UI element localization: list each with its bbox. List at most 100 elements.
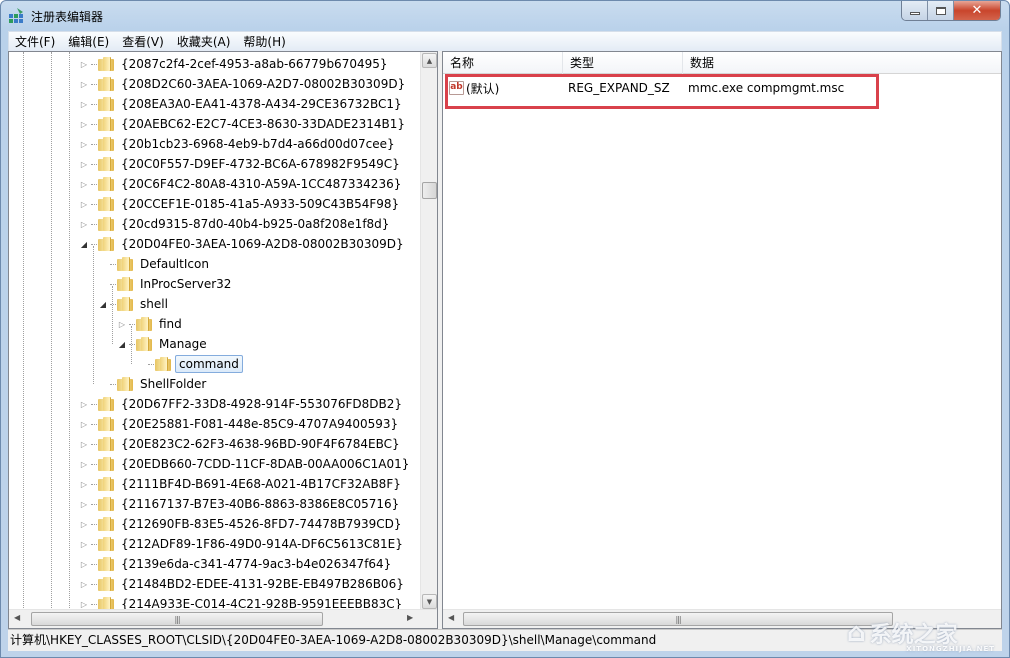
collapse-arrow-icon[interactable]: ◢	[79, 239, 89, 249]
tree-node-label[interactable]: {21484BD2-EDEE-4131-92BE-EB497B286B06}	[118, 576, 407, 592]
tree-node-label[interactable]: {20CCEF1E-0185-41a5-A933-509C43B54F98}	[118, 196, 402, 212]
menu-edit[interactable]: 编辑(E)	[68, 33, 109, 50]
expand-arrow-icon[interactable]: ▷	[79, 419, 89, 429]
tree-node[interactable]: InProcServer32	[98, 274, 234, 294]
tree-node[interactable]: ▷ {21484BD2-EDEE-4131-92BE-EB497B286B06}	[79, 574, 407, 594]
minimize-button[interactable]	[902, 1, 928, 20]
tree-horizontal-scrollbar[interactable]: ◀ ||| ▶	[9, 609, 437, 628]
collapse-arrow-icon[interactable]: ◢	[98, 299, 108, 309]
tree-node[interactable]: ▷ {2111BF4D-B691-4E68-A021-4B17CF32AB8F}	[79, 474, 404, 494]
menu-favorites[interactable]: 收藏夹(A)	[177, 33, 231, 50]
column-name[interactable]: 名称	[443, 52, 563, 74]
expand-arrow-icon[interactable]: ▷	[79, 559, 89, 569]
expand-arrow-icon[interactable]: ▷	[117, 319, 127, 329]
tree-node[interactable]: ▷ {212690FB-83E5-4526-8FD7-74478B7939CD}	[79, 514, 405, 534]
tree-node-label[interactable]: InProcServer32	[137, 276, 234, 292]
expand-arrow-icon[interactable]: ▷	[79, 439, 89, 449]
tree-node-label[interactable]: {20D04FE0-3AEA-1069-A2D8-08002B30309D}	[118, 236, 407, 252]
tree-node[interactable]: DefaultIcon	[98, 254, 212, 274]
tree-node[interactable]: ▷ {208D2C60-3AEA-1069-A2D7-08002B30309D}	[79, 74, 408, 94]
tree-node[interactable]: ▷ {21167137-B7E3-40B6-8863-8386E8C05716}	[79, 494, 402, 514]
tree-node[interactable]: ▷ {20E823C2-62F3-4638-96BD-90F4F6784EBC}	[79, 434, 403, 454]
tree-node-label[interactable]: {20C6F4C2-80A8-4310-A59A-1CC487334236}	[118, 176, 404, 192]
tree-node[interactable]: ▷ {20EDB660-7CDD-11CF-8DAB-00AA006C1A01}	[79, 454, 412, 474]
expand-arrow-icon[interactable]: ▷	[79, 399, 89, 409]
tree-node[interactable]: ▷ {208EA3A0-EA41-4378-A434-29CE36732BC1}	[79, 94, 405, 114]
tree-node[interactable]: ▷ {20C0F557-D9EF-4732-BC6A-678982F9549C}	[79, 154, 403, 174]
tree-node[interactable]: ▷ {20E25881-F081-448e-85C9-4707A9400593}	[79, 414, 401, 434]
close-button[interactable]: ✕	[954, 1, 1000, 20]
expand-arrow-icon[interactable]: ▷	[79, 79, 89, 89]
expand-arrow-icon[interactable]: ▷	[79, 159, 89, 169]
tree-node-label[interactable]: {20cd9315-87d0-40b4-b925-0a8f208e1f8d}	[118, 216, 392, 232]
scroll-thumb-horizontal[interactable]: |||	[31, 612, 323, 626]
tree-node-label[interactable]: ShellFolder	[137, 376, 209, 392]
tree-node-label[interactable]: {20EDB660-7CDD-11CF-8DAB-00AA006C1A01}	[118, 456, 412, 472]
tree-node-label[interactable]: {2087c2f4-2cef-4953-a8ab-66779b670495}	[118, 56, 391, 72]
expand-arrow-icon[interactable]: ▷	[79, 539, 89, 549]
values-scroll-left-button[interactable]: ◀	[448, 613, 454, 622]
tree-node[interactable]: ▷ {2139e6da-c341-4774-9ac3-b4e026347f64}	[79, 554, 394, 574]
expand-arrow-icon[interactable]: ▷	[79, 479, 89, 489]
expand-arrow-icon[interactable]: ▷	[79, 59, 89, 69]
tree-node[interactable]: ▷ find	[117, 314, 185, 334]
tree-node[interactable]: ▷ {20CCEF1E-0185-41a5-A933-509C43B54F98}	[79, 194, 402, 214]
column-data[interactable]: 数据	[683, 52, 1001, 74]
tree-node[interactable]: ▷ {214A933E-C014-4C21-928B-9591EEEBB83C}	[79, 594, 405, 610]
scroll-down-button[interactable]: ▼	[422, 594, 437, 609]
tree-node-label[interactable]: {2111BF4D-B691-4E68-A021-4B17CF32AB8F}	[118, 476, 404, 492]
tree-node-label[interactable]: {208D2C60-3AEA-1069-A2D7-08002B30309D}	[118, 76, 408, 92]
tree-node[interactable]: ◢ shell	[98, 294, 171, 314]
tree-node-label[interactable]: {20AEBC62-E2C7-4CE3-8630-33DADE2314B1}	[118, 116, 408, 132]
expand-arrow-icon[interactable]: ▷	[79, 199, 89, 209]
maximize-button[interactable]	[928, 1, 954, 20]
expand-arrow-icon[interactable]: ▷	[79, 179, 89, 189]
expand-arrow-icon[interactable]: ▷	[79, 499, 89, 509]
tree-node-label[interactable]: Manage	[156, 336, 210, 352]
tree-node-label[interactable]: {20b1cb23-6968-4eb9-b7d4-a66d00d07cee}	[118, 136, 398, 152]
tree-node-label[interactable]: {20E25881-F081-448e-85C9-4707A9400593}	[118, 416, 401, 432]
tree-node[interactable]: ◢ {20D04FE0-3AEA-1069-A2D8-08002B30309D}	[79, 234, 407, 254]
expand-arrow-icon[interactable]: ▷	[79, 99, 89, 109]
menu-file[interactable]: 文件(F)	[15, 33, 55, 50]
tree-node[interactable]: ▷ {2087c2f4-2cef-4953-a8ab-66779b670495}	[79, 54, 391, 74]
scroll-up-button[interactable]: ▲	[422, 53, 437, 68]
tree-node[interactable]: ▷ {212ADF89-1F86-49D0-914A-DF6C5613C81E}	[79, 534, 406, 554]
tree-node[interactable]: ▷ {20cd9315-87d0-40b4-b925-0a8f208e1f8d}	[79, 214, 392, 234]
tree-node-label[interactable]: {20D67FF2-33D8-4928-914F-553076FD8DB2}	[118, 396, 405, 412]
expand-arrow-icon[interactable]: ▷	[79, 579, 89, 589]
tree-node-label[interactable]: {20C0F557-D9EF-4732-BC6A-678982F9549C}	[118, 156, 403, 172]
expand-arrow-icon[interactable]: ▷	[79, 119, 89, 129]
scroll-left-button[interactable]: ◀	[14, 613, 20, 622]
tree-node[interactable]: ▷ {20C6F4C2-80A8-4310-A59A-1CC487334236}	[79, 174, 404, 194]
tree-node-label[interactable]: find	[156, 316, 185, 332]
column-type[interactable]: 类型	[563, 52, 683, 74]
collapse-arrow-icon[interactable]: ◢	[117, 339, 127, 349]
expand-arrow-icon[interactable]: ▷	[79, 599, 89, 609]
expand-arrow-icon[interactable]: ▷	[79, 139, 89, 149]
tree-node-label-selected[interactable]: command	[175, 355, 243, 373]
tree-node-label[interactable]: {21167137-B7E3-40B6-8863-8386E8C05716}	[118, 496, 402, 512]
tree-node-label[interactable]: DefaultIcon	[137, 256, 212, 272]
tree-node-label[interactable]: {212ADF89-1F86-49D0-914A-DF6C5613C81E}	[118, 536, 406, 552]
tree-node-label[interactable]: {212690FB-83E5-4526-8FD7-74478B7939CD}	[118, 516, 405, 532]
tree-node-label[interactable]: {20E823C2-62F3-4638-96BD-90F4F6784EBC}	[118, 436, 403, 452]
tree-node-label[interactable]: {208EA3A0-EA41-4378-A434-29CE36732BC1}	[118, 96, 405, 112]
tree-node[interactable]: ▷ {20b1cb23-6968-4eb9-b7d4-a66d00d07cee}	[79, 134, 398, 154]
tree-node-label[interactable]: shell	[137, 296, 171, 312]
tree-node[interactable]: ▷ {20AEBC62-E2C7-4CE3-8630-33DADE2314B1}	[79, 114, 408, 134]
scroll-thumb-vertical[interactable]	[422, 182, 437, 199]
expand-arrow-icon[interactable]: ▷	[79, 219, 89, 229]
menu-view[interactable]: 查看(V)	[122, 33, 164, 50]
title-bar[interactable]: 注册表编辑器 ✕	[1, 1, 1009, 31]
expand-arrow-icon[interactable]: ▷	[79, 459, 89, 469]
tree-node[interactable]: ShellFolder	[98, 374, 209, 394]
menu-help[interactable]: 帮助(H)	[243, 33, 285, 50]
expand-arrow-icon[interactable]: ▷	[79, 519, 89, 529]
tree-node[interactable]: command	[136, 354, 243, 374]
tree-node-label[interactable]: {2139e6da-c341-4774-9ac3-b4e026347f64}	[118, 556, 394, 572]
tree-node[interactable]: ▷ {20D67FF2-33D8-4928-914F-553076FD8DB2}	[79, 394, 405, 414]
scroll-right-button[interactable]: ▶	[407, 613, 413, 622]
tree-node-label[interactable]: {214A933E-C014-4C21-928B-9591EEEBB83C}	[118, 596, 405, 610]
values-scroll-thumb[interactable]: |||	[463, 612, 893, 626]
